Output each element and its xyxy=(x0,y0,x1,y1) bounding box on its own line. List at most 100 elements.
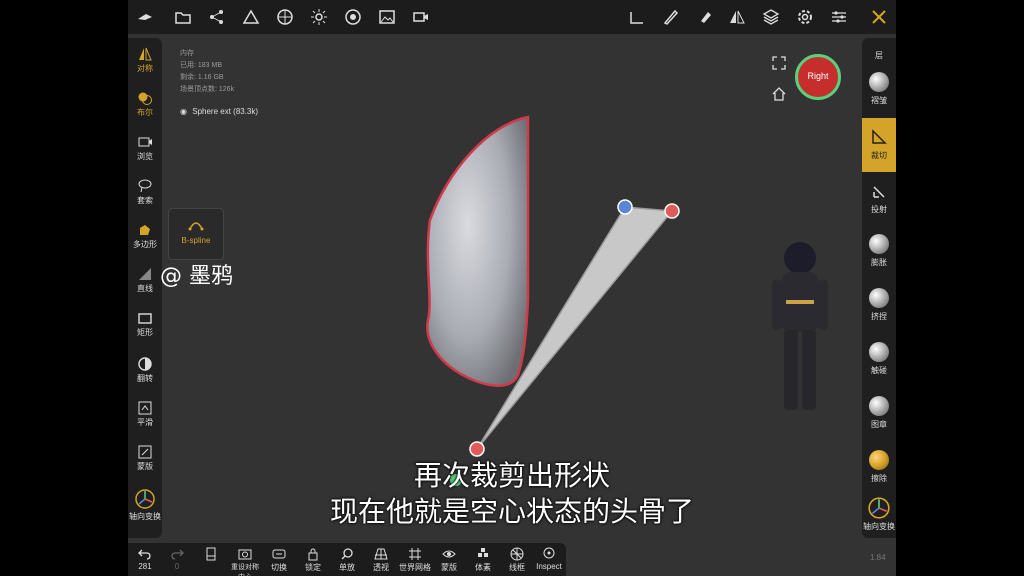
tool-trim[interactable]: 裁切 xyxy=(862,118,896,172)
reset-symmetry-label: 重设对称中心 xyxy=(231,564,259,576)
perspective-label: 透视 xyxy=(373,563,389,572)
tool-label: 图章 xyxy=(871,420,887,429)
rectangle-icon xyxy=(138,313,152,324)
flip-icon xyxy=(138,357,152,371)
eye-icon xyxy=(442,550,456,558)
view-cube[interactable]: Right xyxy=(795,54,841,100)
boolean-icon xyxy=(138,92,152,105)
tool-layer[interactable]: 层 xyxy=(862,38,896,62)
inspect-button[interactable]: Inspect xyxy=(532,545,566,571)
switch-icon xyxy=(272,549,286,559)
tool-line[interactable]: 直线 xyxy=(128,262,162,302)
tool-rectangle[interactable]: 矩形 xyxy=(128,306,162,346)
lock-button[interactable]: 锁定 xyxy=(296,545,330,573)
undo-icon xyxy=(138,549,151,560)
tool-label: 布尔 xyxy=(137,108,153,117)
world-grid-button[interactable]: 世界网格 xyxy=(398,545,432,573)
polygon-icon xyxy=(140,225,150,235)
symmetry-icon xyxy=(139,47,152,61)
mask-view-label: 蒙版 xyxy=(441,563,457,572)
skull-mesh xyxy=(426,115,530,387)
switch-button[interactable]: 切换 xyxy=(262,545,296,573)
redo-button[interactable]: 0 xyxy=(160,545,194,571)
tool-label: 翻转 xyxy=(137,374,153,383)
tool-label: 矩形 xyxy=(137,328,153,337)
line-icon xyxy=(139,268,151,280)
project-icon xyxy=(873,186,885,198)
tool-inflate[interactable]: 膨胀 xyxy=(862,228,896,278)
camera-icon xyxy=(138,137,152,147)
camera-reset-icon xyxy=(238,549,252,560)
mask-view-button[interactable]: 蒙版 xyxy=(432,545,466,573)
crease-brush-icon xyxy=(869,72,889,92)
tool-label: 挤捏 xyxy=(871,312,887,321)
book-icon xyxy=(206,547,216,561)
tool-pinch[interactable]: 挤捏 xyxy=(862,282,896,332)
tool-stamp[interactable]: 图章 xyxy=(862,390,896,440)
perspective-button[interactable]: 透视 xyxy=(364,545,398,573)
tool-boolean[interactable]: 布尔 xyxy=(128,86,162,126)
solo-button[interactable]: 单放 xyxy=(330,545,364,573)
tool-label: 对称 xyxy=(137,64,153,73)
tool-smooth[interactable]: 平滑 xyxy=(128,396,162,436)
inspect-icon xyxy=(543,547,555,559)
smudge-brush-icon xyxy=(869,342,889,362)
grid-icon xyxy=(409,548,421,560)
tool-label: 多边形 xyxy=(133,240,157,249)
smooth-icon xyxy=(138,401,152,415)
undo-count: 281 xyxy=(138,562,152,571)
book-button[interactable] xyxy=(194,545,228,562)
subtitle-line-1: 再次裁剪出形状 xyxy=(413,459,610,492)
solo-label: 单放 xyxy=(339,563,355,572)
cut-point-blue xyxy=(617,199,633,215)
switch-label: 切换 xyxy=(271,563,287,572)
view-cube-label: Right xyxy=(807,71,829,81)
tool-label: 层 xyxy=(875,51,883,60)
right-bottom-value: 1.84 xyxy=(870,553,886,562)
pinch-brush-icon xyxy=(869,288,889,308)
tool-crease[interactable]: 褶皱 xyxy=(862,66,896,116)
search-icon xyxy=(341,548,353,560)
tool-label: 触碰 xyxy=(871,366,887,375)
tool-label: 膨胀 xyxy=(871,258,887,267)
watermark: @ 墨鸦 xyxy=(160,264,233,289)
tool-project[interactable]: 投射 xyxy=(862,176,896,226)
tool-label: 套索 xyxy=(137,196,153,205)
tool-lasso[interactable]: 套索 xyxy=(128,174,162,214)
lock-icon xyxy=(308,548,318,561)
anime-avatar xyxy=(772,242,828,410)
bspline-label: B-spline xyxy=(181,236,211,245)
inflate-brush-icon xyxy=(869,234,889,254)
wireframe-label: 线框 xyxy=(509,563,525,572)
bspline-popup[interactable]: B-spline xyxy=(168,208,224,260)
tool-label: 裁切 xyxy=(871,151,887,160)
tool-polygon[interactable]: 多边形 xyxy=(128,218,162,258)
inspect-label: Inspect xyxy=(536,562,562,571)
stamp-brush-icon xyxy=(869,396,889,416)
reset-symmetry-button[interactable]: 重设对称中心 xyxy=(228,545,262,576)
cut-point-red-top xyxy=(664,203,680,219)
bottom-toolbar: 281 0 重设对称中心 切换 锁定 单放 透视 世界网格 蒙版 体素 线框 I… xyxy=(128,543,566,576)
undo-button[interactable]: 281 xyxy=(128,545,162,571)
voxel-button[interactable]: 体素 xyxy=(466,545,500,573)
lasso-icon xyxy=(138,179,152,193)
perspective-icon xyxy=(374,548,388,560)
wireframe-button[interactable]: 线框 xyxy=(500,545,534,573)
bspline-icon xyxy=(188,222,204,231)
tool-label: 平滑 xyxy=(137,418,153,427)
lock-label: 锁定 xyxy=(305,563,321,572)
tool-symmetry[interactable]: 对称 xyxy=(128,42,162,82)
redo-count: 0 xyxy=(174,562,180,571)
tool-browse[interactable]: 浏览 xyxy=(128,130,162,170)
tool-smudge[interactable]: 触碰 xyxy=(862,336,896,386)
wireframe-icon xyxy=(510,547,524,561)
tool-label: 浏览 xyxy=(137,152,153,161)
redo-icon xyxy=(171,549,184,560)
tool-flip[interactable]: 翻转 xyxy=(128,352,162,392)
world-grid-label: 世界网格 xyxy=(399,563,431,572)
subtitle-line-2: 现在他就是空心状态的头骨了 xyxy=(329,495,694,528)
tool-label: 褶皱 xyxy=(871,96,887,105)
tool-label: 投射 xyxy=(871,205,887,214)
tool-label: 直线 xyxy=(137,284,153,293)
trim-icon xyxy=(872,129,887,144)
